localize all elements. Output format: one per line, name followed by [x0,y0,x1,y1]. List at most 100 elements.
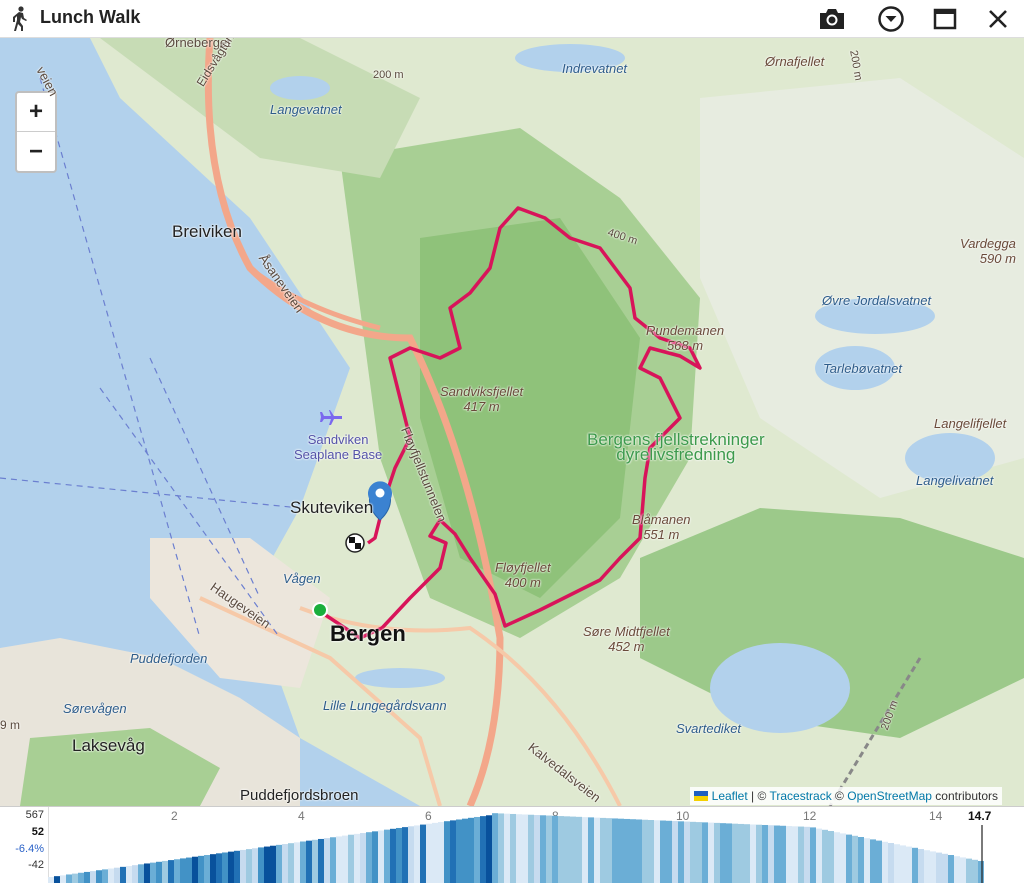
grade-bar [480,816,486,883]
elevation-profile[interactable]: 567 52 -6.4% -42 2 4 6 8 10 12 14 14.7 [0,806,1024,882]
elevation-current: 52 [4,826,44,838]
map-label: Skuteviken [290,500,373,515]
grade-bar [102,869,108,883]
grade-bar [834,832,840,883]
grade-bar [954,856,960,883]
leaflet-link[interactable]: Leaflet [712,789,748,803]
map-label: Svartediket [676,721,741,736]
grade-bar [270,846,276,883]
grade-bar [774,826,780,883]
tracestrack-link[interactable]: Tracestrack [769,789,831,803]
map-label: Langelivatnet [916,473,993,488]
grade-bar [624,819,630,883]
map-label: Blåmanen551 m [632,512,691,542]
grade-bar [564,816,570,883]
grade-bar [882,842,888,883]
elevation-chart [48,807,1024,883]
grade-bar [606,818,612,883]
map-label: Sørevågen [63,701,127,716]
grade-bar [594,818,600,883]
grade-bar [186,858,192,883]
grade-bar [126,866,132,883]
grade-bar [900,845,906,883]
grade-bar [552,816,558,883]
map-label: Vågen [283,571,321,586]
grade-bar [78,873,84,883]
grade-bar [648,820,654,883]
grade-bar [372,831,378,883]
grade-bar [348,835,354,883]
grade-bar [672,821,678,883]
grade-bar [966,859,972,883]
screenshot-button[interactable] [817,4,847,34]
osm-link[interactable]: OpenStreetMap [847,789,932,803]
grade-bar [792,826,798,883]
grade-bar [702,822,708,883]
grade-bar [828,831,834,883]
grade-bar [654,820,660,883]
grade-bar [786,826,792,883]
grade-bar [630,819,636,883]
grade-bar [264,847,270,883]
map-label: Lille Lungegårdsvann [323,698,447,713]
map-label: Øvre Jordalsvatnet [822,293,931,308]
grade-bar [258,847,264,883]
zoom-out-button[interactable]: − [17,132,55,171]
grade-bar [546,816,552,883]
grade-bar [84,872,90,883]
grade-bar [360,833,366,883]
close-button[interactable] [983,4,1013,34]
grade-bar [858,837,864,883]
map-view[interactable]: + − Ørneberget veien Eidsvågtunnelen Ind… [0,38,1024,806]
zoom-control: + − [15,91,57,173]
grade-bar [408,826,414,883]
grade-bar [288,843,294,883]
grade-bar [612,818,618,883]
title-bar: Lunch Walk [0,0,1024,38]
map-label: Breiviken [172,224,242,239]
grade-bar [132,865,138,883]
grade-bar [924,850,930,883]
map-label: Puddefjordsbroen [240,788,358,803]
grade-bar [396,828,402,883]
map-label: 200 m [373,68,404,83]
grade-bar [330,837,336,883]
grade-bar [252,848,258,883]
grade-bar [306,841,312,883]
grade-bar [948,855,954,883]
grade-bar [762,825,768,883]
zoom-in-button[interactable]: + [17,93,55,132]
grade-bar [438,822,444,883]
grade-bar [282,844,288,883]
grade-bar [222,852,228,883]
grade-bar [738,824,744,883]
grade-bar [390,829,396,883]
grade-bar [240,850,246,883]
grade-bar [300,841,306,883]
map-label: SandvikenSeaplane Base [294,432,382,462]
grade-bar [450,820,456,883]
map-label: Laksevåg [72,738,145,753]
grade-bar [516,814,522,883]
grade-bar [462,819,468,883]
grade-bar [780,826,786,883]
grade-bar [162,861,168,883]
grade-bar [768,825,774,883]
grade-bar [888,843,894,883]
grade-bar [666,821,672,883]
grade-bar [402,827,408,883]
grade-bar [48,877,54,883]
grade-bar [870,839,876,883]
grade-bar [540,815,546,883]
maximize-button[interactable] [930,4,960,34]
grade-bar [174,859,180,883]
grade-bar [150,863,156,883]
grade-bar [192,857,198,883]
grade-bar [246,849,252,883]
grade-bar [228,852,234,883]
grade-bar [384,830,390,883]
grade-bar [750,824,756,883]
map-label: Bergen [330,626,406,641]
grade-bar [696,822,702,883]
menu-button[interactable] [876,4,906,34]
